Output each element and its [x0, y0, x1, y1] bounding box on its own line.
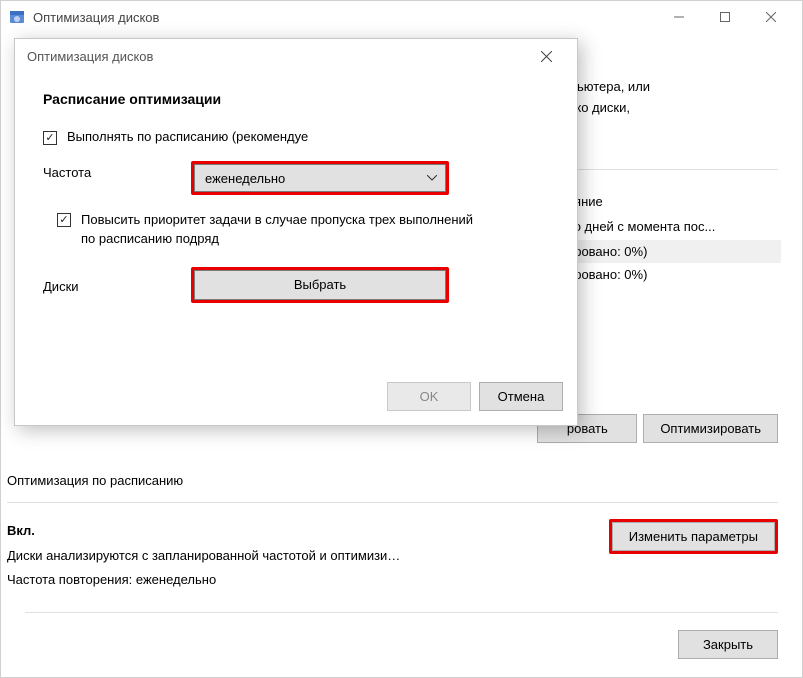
- change-settings-button[interactable]: Изменить параметры: [612, 522, 775, 551]
- ok-button[interactable]: OK: [387, 382, 471, 411]
- frequency-value: еженедельно: [205, 171, 285, 186]
- choose-disks-button[interactable]: Выбрать: [194, 270, 446, 300]
- frequency-select[interactable]: еженедельно: [194, 164, 446, 192]
- window-title: Оптимизация дисков: [33, 10, 656, 25]
- column-state: тояние: [561, 188, 781, 215]
- dialog-heading: Расписание оптимизации: [43, 91, 553, 107]
- priority-checkbox[interactable]: [57, 213, 71, 227]
- dialog-footer: OK Отмена: [15, 372, 577, 425]
- maximize-button[interactable]: [702, 2, 748, 32]
- schedule-dialog: Оптимизация дисков Расписание оптимизаци…: [14, 38, 578, 426]
- cancel-button[interactable]: Отмена: [479, 382, 563, 411]
- table-row[interactable]: тировано: 0%): [561, 240, 781, 263]
- dialog-titlebar: Оптимизация дисков: [15, 39, 577, 73]
- schedule-section-title: Оптимизация по расписанию: [7, 473, 778, 488]
- run-on-schedule-label: Выполнять по расписанию (рекомендуе: [67, 129, 308, 144]
- choose-disks-label: Выбрать: [294, 277, 346, 292]
- highlight-frequency: еженедельно: [191, 161, 449, 195]
- optimize-button[interactable]: Оптимизировать: [643, 414, 778, 443]
- chevron-down-icon: [427, 173, 437, 184]
- schedule-enabled: Вкл.: [7, 519, 400, 544]
- drives-table: тояние тво дней с момента пос... тирован…: [561, 188, 781, 286]
- highlight-choose: Выбрать: [191, 267, 449, 303]
- schedule-line-2: Частота повторения: еженедельно: [7, 568, 400, 593]
- schedule-line-1: Диски анализируются с запланированной ча…: [7, 544, 400, 569]
- priority-label: Повысить приоритет задачи в случае пропу…: [81, 211, 481, 249]
- dialog-title: Оптимизация дисков: [27, 49, 153, 64]
- frequency-label: Частота: [43, 161, 191, 180]
- close-window-button[interactable]: Закрыть: [678, 630, 778, 659]
- minimize-button[interactable]: [656, 2, 702, 32]
- app-icon: [9, 9, 25, 25]
- titlebar: Оптимизация дисков: [1, 1, 802, 33]
- schedule-info: Вкл. Диски анализируются с запланированн…: [7, 519, 400, 593]
- highlight-change-settings: Изменить параметры: [609, 519, 778, 554]
- table-row[interactable]: тировано: 0%): [561, 263, 781, 286]
- column-days: тво дней с момента пос...: [561, 213, 781, 240]
- disks-label: Диски: [43, 275, 191, 294]
- dialog-close-button[interactable]: [527, 42, 565, 70]
- run-on-schedule-checkbox[interactable]: [43, 131, 57, 145]
- close-button[interactable]: [748, 2, 794, 32]
